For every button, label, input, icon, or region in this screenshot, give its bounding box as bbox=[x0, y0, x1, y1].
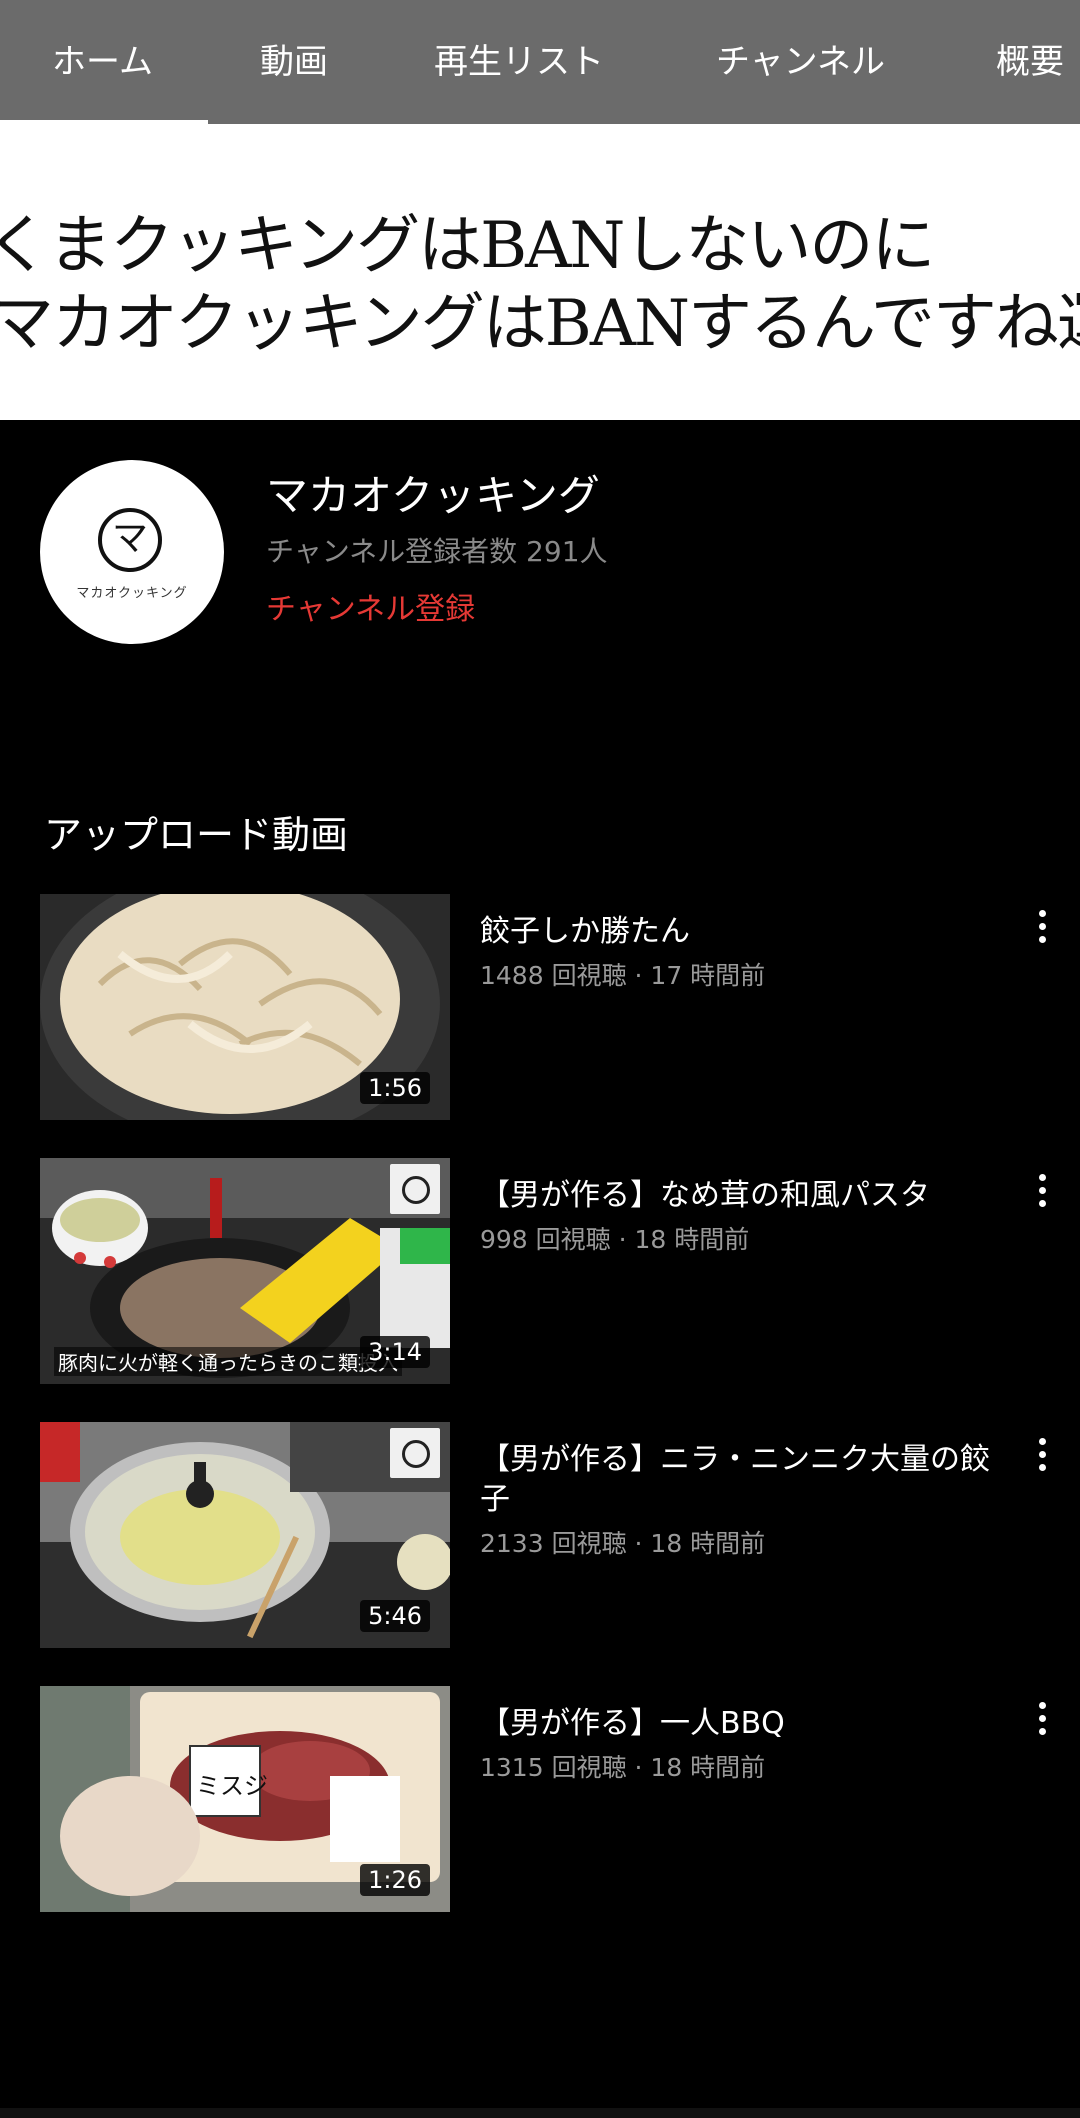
tab-home[interactable]: ホーム bbox=[52, 0, 153, 124]
video-title[interactable]: 【男が作る】ニラ・ニンニク大量の餃子 bbox=[480, 1440, 1000, 1520]
banner-text-line-2: マカオクッキングはBANするんですね運営さん bbox=[0, 287, 1080, 361]
avatar-label: マカオクッキング bbox=[76, 586, 188, 601]
video-duration: 3:14 bbox=[360, 1336, 430, 1368]
video-thumbnail[interactable]: 豚肉に火が軽く通ったらきのこ類投入 3:14 bbox=[40, 1158, 450, 1384]
video-duration: 1:26 bbox=[360, 1864, 430, 1896]
tab-playlists[interactable]: 再生リスト bbox=[434, 0, 604, 124]
more-options-icon[interactable] bbox=[1030, 910, 1054, 950]
video-meta: 1488 回視聴 · 17 時間前 bbox=[480, 961, 766, 990]
channel-logo-icon: マ bbox=[98, 508, 162, 572]
video-item[interactable]: ミスジ 1:26 【男が作る】一人BBQ 1315 回視聴 · 18 時間前 bbox=[0, 1686, 1080, 1912]
tab-videos[interactable]: 動画 bbox=[260, 0, 328, 124]
more-options-icon[interactable] bbox=[1030, 1438, 1054, 1478]
channel-avatar[interactable]: マ マカオクッキング bbox=[40, 460, 224, 644]
tab-bar: ホーム 動画 再生リスト チャンネル 概要 bbox=[0, 0, 1080, 124]
section-title: アップロード動画 bbox=[44, 813, 349, 857]
video-meta: 2133 回視聴 · 18 時間前 bbox=[480, 1529, 766, 1558]
channel-banner: くまクッキングはBANしないのに マカオクッキングはBANするんですね運営さん bbox=[0, 124, 1080, 420]
channel-watermark-icon bbox=[390, 1428, 440, 1478]
video-item[interactable]: 1:56 餃子しか勝たん 1488 回視聴 · 17 時間前 bbox=[0, 894, 1080, 1120]
video-meta: 1315 回視聴 · 18 時間前 bbox=[480, 1753, 766, 1782]
video-thumbnail[interactable]: 1:56 bbox=[40, 894, 450, 1120]
video-title[interactable]: 【男が作る】なめ茸の和風パスタ bbox=[480, 1176, 1000, 1216]
subscribe-button[interactable]: チャンネル登録 bbox=[266, 584, 475, 628]
channel-watermark-icon bbox=[390, 1164, 440, 1214]
bottom-edge bbox=[0, 2108, 1080, 2118]
video-duration: 1:56 bbox=[360, 1072, 430, 1104]
beef-label-text: ミスジ bbox=[196, 1772, 268, 1800]
video-thumbnail[interactable]: ミスジ 1:26 bbox=[40, 1686, 450, 1912]
more-options-icon[interactable] bbox=[1030, 1174, 1054, 1214]
video-title[interactable]: 餃子しか勝たん bbox=[480, 912, 1000, 952]
video-item[interactable]: 豚肉に火が軽く通ったらきのこ類投入 3:14 【男が作る】なめ茸の和風パスタ 9… bbox=[0, 1158, 1080, 1384]
video-thumbnail[interactable]: 5:46 bbox=[40, 1422, 450, 1648]
subscriber-count: チャンネル登録者数 291人 bbox=[266, 535, 608, 568]
channel-name: マカオクッキング bbox=[266, 471, 600, 520]
video-item[interactable]: 5:46 【男が作る】ニラ・ニンニク大量の餃子 2133 回視聴 · 18 時間… bbox=[0, 1422, 1080, 1648]
video-meta: 998 回視聴 · 18 時間前 bbox=[480, 1225, 750, 1254]
thumbnail-caption: 豚肉に火が軽く通ったらきのこ類投入 bbox=[54, 1347, 402, 1376]
more-options-icon[interactable] bbox=[1030, 1702, 1054, 1742]
video-duration: 5:46 bbox=[360, 1600, 430, 1632]
video-title[interactable]: 【男が作る】一人BBQ bbox=[480, 1704, 1000, 1744]
tab-channels[interactable]: チャンネル bbox=[716, 0, 885, 124]
tab-about[interactable]: 概要 bbox=[996, 0, 1064, 124]
